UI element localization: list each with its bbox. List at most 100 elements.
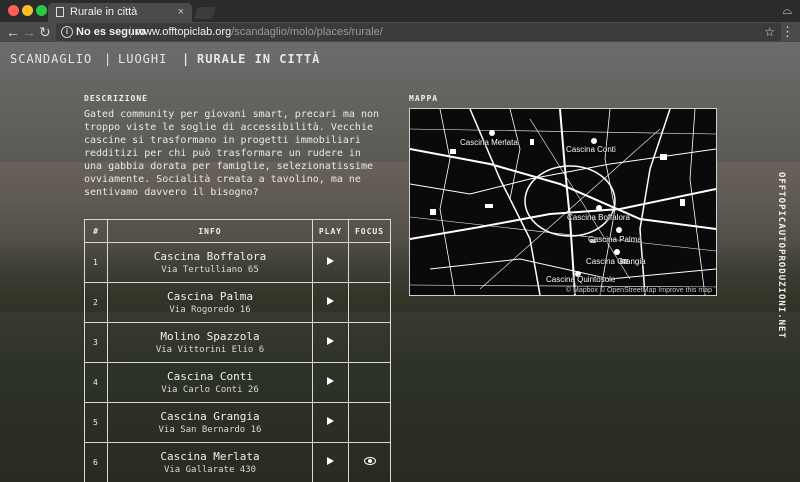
row-number: 2	[84, 282, 108, 323]
nav-rurale-in-citta[interactable]: RURALE IN CITTÀ	[197, 52, 320, 66]
place-address: Via San Bernardo 16	[158, 424, 262, 435]
play-icon[interactable]	[327, 257, 334, 265]
play-icon[interactable]	[327, 377, 334, 385]
place-address: Via Rogoredo 16	[169, 304, 251, 315]
focus-cell[interactable]	[348, 362, 391, 403]
marker-label-boffalora: Cascina Boffalora	[567, 213, 630, 222]
eye-icon[interactable]	[363, 457, 376, 465]
marker-palma[interactable]	[616, 227, 622, 233]
row-info[interactable]: Cascina Grangia Via San Bernardo 16	[107, 402, 313, 443]
marker-label-merlata: Cascina Merlata	[460, 138, 518, 147]
marker-label-palma: Cascina Palma	[588, 235, 642, 244]
site-vertical-link[interactable]: OFFTOPICAUTOPRODUZIONI.NET	[776, 172, 786, 339]
table-row[interactable]: 3 Molino Spazzola Via Vittorini Elio 6	[84, 322, 391, 363]
marker-label-grangia: Cascina Grangia	[586, 257, 646, 266]
window-close-button[interactable]	[8, 5, 19, 16]
place-address: Via Tertulliano 65	[161, 264, 259, 275]
row-number: 6	[84, 442, 108, 482]
col-header-num: #	[84, 219, 108, 243]
row-info[interactable]: Cascina Palma Via Rogoredo 16	[107, 282, 313, 323]
play-cell[interactable]	[312, 442, 349, 482]
row-info[interactable]: Cascina Conti Via Carlo Conti 26	[107, 362, 313, 403]
map-streets	[410, 109, 716, 295]
map-attribution[interactable]: © Mapbox © OpenStreetMap Improve this ma…	[563, 287, 714, 294]
url-path: /scandaglio/molo/places/rurale/	[231, 26, 383, 38]
col-header-play: PLAY	[312, 219, 349, 243]
place-name: Cascina Palma	[166, 289, 254, 303]
place-name: Cascina Conti	[166, 369, 254, 383]
browser-toolbar: ← → ↻ i No es seguro www.offtopiclab.org…	[0, 22, 800, 42]
tab-close-icon[interactable]: ×	[178, 3, 184, 22]
play-cell[interactable]	[312, 282, 349, 323]
play-icon[interactable]	[327, 337, 334, 345]
marker-merlata[interactable]	[489, 130, 495, 136]
browser-tab[interactable]: Rurale in città ×	[48, 3, 192, 22]
forward-button[interactable]: →	[22, 23, 36, 41]
play-cell[interactable]	[312, 402, 349, 443]
page-content: SCANDAGLIO | LUOGHI | RURALE IN CITTÀ DE…	[0, 42, 800, 482]
nav-scandaglio[interactable]: SCANDAGLIO	[10, 52, 92, 66]
window-minimize-button[interactable]	[22, 5, 33, 16]
new-tab-button[interactable]	[193, 7, 217, 19]
col-header-focus: FOCUS	[348, 219, 391, 243]
row-number: 3	[84, 322, 108, 363]
place-address: Via Carlo Conti 26	[161, 384, 259, 395]
marker-grangia[interactable]	[614, 249, 620, 255]
window-maximize-button[interactable]	[36, 5, 47, 16]
url-text[interactable]: www.offtopiclab.org/scandaglio/molo/plac…	[136, 23, 383, 41]
play-cell[interactable]	[312, 322, 349, 363]
place-address: Via Vittorini Elio 6	[155, 344, 265, 355]
marker-boffalora[interactable]	[596, 205, 602, 211]
marker-label-conti: Cascina Conti	[566, 145, 616, 154]
browser-tab-bar: Rurale in città × ⌓	[0, 0, 800, 22]
reload-button[interactable]: ↻	[39, 23, 51, 41]
url-host: www.offtopiclab.org	[136, 26, 232, 38]
description-text: Gated community per giovani smart, preca…	[84, 109, 380, 198]
table-row[interactable]: 4 Cascina Conti Via Carlo Conti 26	[84, 362, 391, 403]
focus-cell[interactable]	[348, 322, 391, 363]
row-number: 1	[84, 242, 108, 283]
table-row[interactable]: 6 Cascina Merlata Via Gallarate 430	[84, 442, 391, 482]
breadcrumb-separator-active: |	[182, 52, 191, 66]
breadcrumb-separator: |	[104, 52, 113, 66]
row-number: 5	[84, 402, 108, 443]
incognito-icon: ⌓	[782, 3, 793, 17]
tab-title: Rurale in città	[70, 6, 138, 18]
map-panel[interactable]: Cascina Merlata Cascina Conti Cascina Bo…	[409, 108, 717, 296]
table-row[interactable]: 5 Cascina Grangia Via San Bernardo 16	[84, 402, 391, 443]
play-icon[interactable]	[327, 457, 334, 465]
focus-cell[interactable]	[348, 442, 391, 482]
nav-luoghi[interactable]: LUOGHI	[118, 52, 167, 66]
focus-cell[interactable]	[348, 282, 391, 323]
description-label: DESCRIZIONE	[84, 94, 148, 103]
address-bar[interactable]: i No es seguro www.offtopiclab.org/scand…	[56, 23, 781, 41]
row-info[interactable]: Cascina Merlata Via Gallarate 430	[107, 442, 313, 482]
browser-menu-icon[interactable]: ⋮	[781, 23, 794, 41]
place-name: Cascina Merlata	[160, 449, 260, 463]
col-header-info: INFO	[107, 219, 313, 243]
bookmark-star-icon[interactable]: ☆	[764, 23, 775, 41]
focus-cell[interactable]	[348, 402, 391, 443]
map-label: MAPPA	[409, 94, 439, 103]
play-cell[interactable]	[312, 362, 349, 403]
address-separator	[130, 26, 131, 38]
focus-cell[interactable]	[348, 242, 391, 283]
info-icon[interactable]: i	[61, 26, 73, 38]
play-icon[interactable]	[327, 297, 334, 305]
table-row[interactable]: 2 Cascina Palma Via Rogoredo 16	[84, 282, 391, 323]
page-icon	[56, 7, 64, 17]
play-cell[interactable]	[312, 242, 349, 283]
marker-conti[interactable]	[591, 138, 597, 144]
marker-label-quintosole: Cascina Quintosole	[546, 275, 616, 284]
row-info[interactable]: Cascina Boffalora Via Tertulliano 65	[107, 242, 313, 283]
place-name: Cascina Grangia	[160, 409, 260, 423]
play-icon[interactable]	[327, 417, 334, 425]
place-address: Via Gallarate 430	[163, 464, 257, 475]
places-table: # INFO PLAY FOCUS 1 Cascina Boffalora Via…	[84, 219, 391, 482]
row-number: 4	[84, 362, 108, 403]
place-name: Cascina Boffalora	[153, 249, 267, 263]
row-info[interactable]: Molino Spazzola Via Vittorini Elio 6	[107, 322, 313, 363]
back-button[interactable]: ←	[6, 23, 20, 41]
table-row[interactable]: 1 Cascina Boffalora Via Tertulliano 65	[84, 242, 391, 283]
table-header-row: # INFO PLAY FOCUS	[84, 219, 391, 243]
